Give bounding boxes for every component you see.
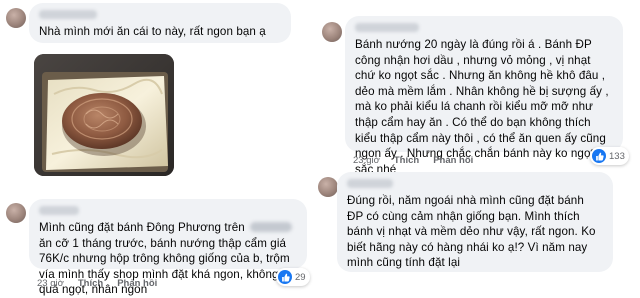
- avatar[interactable]: [322, 22, 342, 42]
- commenter-name-blurred[interactable]: [39, 206, 79, 215]
- blurred-word: [250, 222, 293, 232]
- thumbs-up-icon: [592, 149, 606, 163]
- divider: [316, 0, 320, 298]
- reply-button[interactable]: Phản hồi: [433, 155, 473, 166]
- comment-text: Đúng rồi, năm ngoái nhà mình cũng đặt bá…: [347, 194, 596, 270]
- reaction-count[interactable]: 133: [590, 147, 629, 165]
- comment-actions: 23 giờ Thích Phản hồi: [353, 155, 473, 166]
- avatar[interactable]: [318, 177, 338, 197]
- commenter-name-blurred[interactable]: [355, 23, 419, 32]
- comment-bubble-1: Nhà mình mới ăn cái to này, rất ngon bạn…: [29, 3, 291, 43]
- commenter-name-blurred[interactable]: [39, 10, 97, 19]
- thumbs-up-icon: [278, 270, 292, 284]
- comment-time[interactable]: 23 giờ: [353, 155, 380, 166]
- avatar[interactable]: [6, 8, 26, 28]
- reaction-count[interactable]: 29: [276, 268, 310, 286]
- reaction-count-value: 29: [295, 271, 306, 283]
- like-button[interactable]: Thích: [394, 155, 419, 166]
- comment-actions: 23 giờ Thích Phản hồi: [37, 278, 157, 289]
- comment-bubble-2: Mình cũng đặt bánh Đông Phương trên ăn c…: [29, 199, 307, 296]
- mooncake-photo[interactable]: [34, 54, 174, 176]
- comment-bubble-3: Bánh nướng 20 ngày là đúng rồi á . Bánh …: [345, 16, 623, 176]
- like-button[interactable]: Thích: [78, 278, 103, 289]
- avatar[interactable]: [6, 203, 26, 223]
- reply-button[interactable]: Phản hồi: [117, 278, 157, 289]
- commenter-name-blurred[interactable]: [347, 179, 393, 188]
- comment-time[interactable]: 23 giờ: [37, 278, 64, 289]
- comment-text: Nhà mình mới ăn cái to này, rất ngon bạn…: [39, 25, 266, 38]
- reaction-count-value: 133: [609, 150, 625, 162]
- comment-bubble-4: Đúng rồi, năm ngoái nhà mình cũng đặt bá…: [337, 172, 613, 272]
